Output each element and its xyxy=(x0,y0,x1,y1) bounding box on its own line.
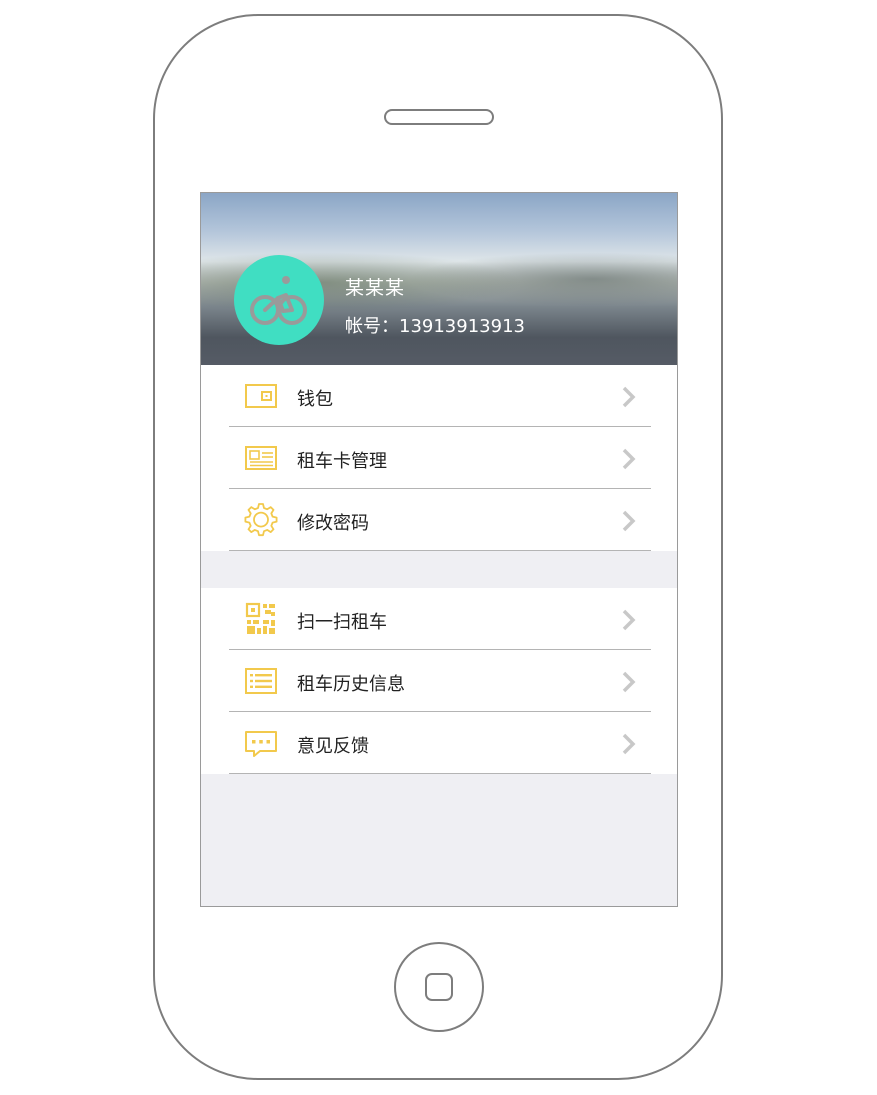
chevron-right-icon xyxy=(622,733,636,755)
menu-item-rental-history[interactable]: 租车历史信息 xyxy=(201,650,677,712)
user-name: 某某某 xyxy=(345,277,406,299)
phone-speaker xyxy=(384,109,494,125)
chat-bubble-icon xyxy=(245,731,277,757)
menu-item-scan-to-rent[interactable]: 扫一扫租车 xyxy=(201,588,677,650)
chevron-right-icon xyxy=(622,609,636,631)
chevron-right-icon xyxy=(622,448,636,470)
divider xyxy=(229,773,651,774)
chevron-right-icon xyxy=(622,510,636,532)
account-number: 13913913913 xyxy=(399,316,525,337)
divider xyxy=(229,550,651,551)
account-label: 帐号： xyxy=(345,316,399,337)
chevron-right-icon xyxy=(622,386,636,408)
menu-item-label: 修改密码 xyxy=(297,513,369,534)
qr-code-icon xyxy=(245,602,275,634)
wallet-icon xyxy=(245,384,277,408)
home-button-icon xyxy=(425,973,453,1001)
bicycle-icon xyxy=(250,276,307,325)
profile-header: 某某某 帐号：13913913913 xyxy=(201,193,677,365)
menu-item-label: 意见反馈 xyxy=(297,736,369,757)
gear-icon xyxy=(244,503,278,537)
menu-item-wallet[interactable]: 钱包 xyxy=(201,365,677,427)
menu-item-change-password[interactable]: 修改密码 xyxy=(201,489,677,551)
menu-item-feedback[interactable]: 意见反馈 xyxy=(201,712,677,774)
home-button[interactable] xyxy=(394,942,484,1032)
menu-item-label: 租车卡管理 xyxy=(297,451,387,472)
chevron-right-icon xyxy=(622,671,636,693)
account-info: 帐号：13913913913 xyxy=(345,312,525,338)
list-icon xyxy=(245,668,277,694)
id-card-icon xyxy=(245,446,277,470)
menu-item-label: 租车历史信息 xyxy=(297,674,405,695)
avatar[interactable] xyxy=(234,255,324,345)
menu-item-rental-card[interactable]: 租车卡管理 xyxy=(201,427,677,489)
menu-group-account: 钱包 租车卡管理 修改密码 xyxy=(201,365,677,551)
menu-item-label: 钱包 xyxy=(297,389,333,410)
app-screen: 某某某 帐号：13913913913 钱包 租车卡管理 修改密码 扫一扫租车 租… xyxy=(200,192,678,907)
menu-group-rental: 扫一扫租车 租车历史信息 意见反馈 xyxy=(201,588,677,774)
menu-item-label: 扫一扫租车 xyxy=(297,612,387,633)
